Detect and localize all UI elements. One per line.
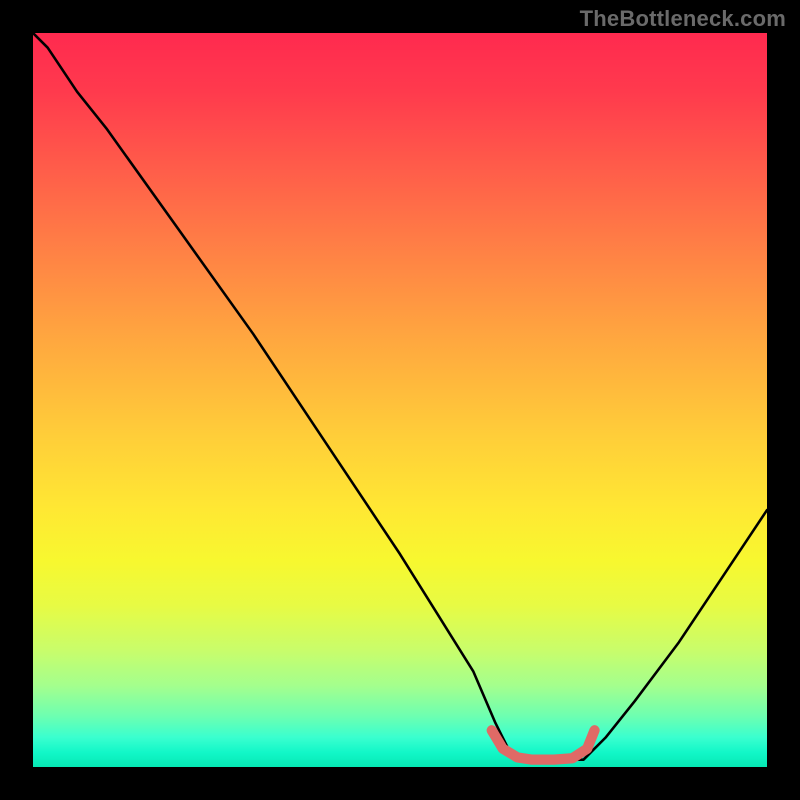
chart-frame: TheBottleneck.com bbox=[0, 0, 800, 800]
main-curve bbox=[33, 33, 767, 760]
curve-svg bbox=[33, 33, 767, 767]
plot-area bbox=[33, 33, 767, 767]
watermark-text: TheBottleneck.com bbox=[580, 6, 786, 32]
